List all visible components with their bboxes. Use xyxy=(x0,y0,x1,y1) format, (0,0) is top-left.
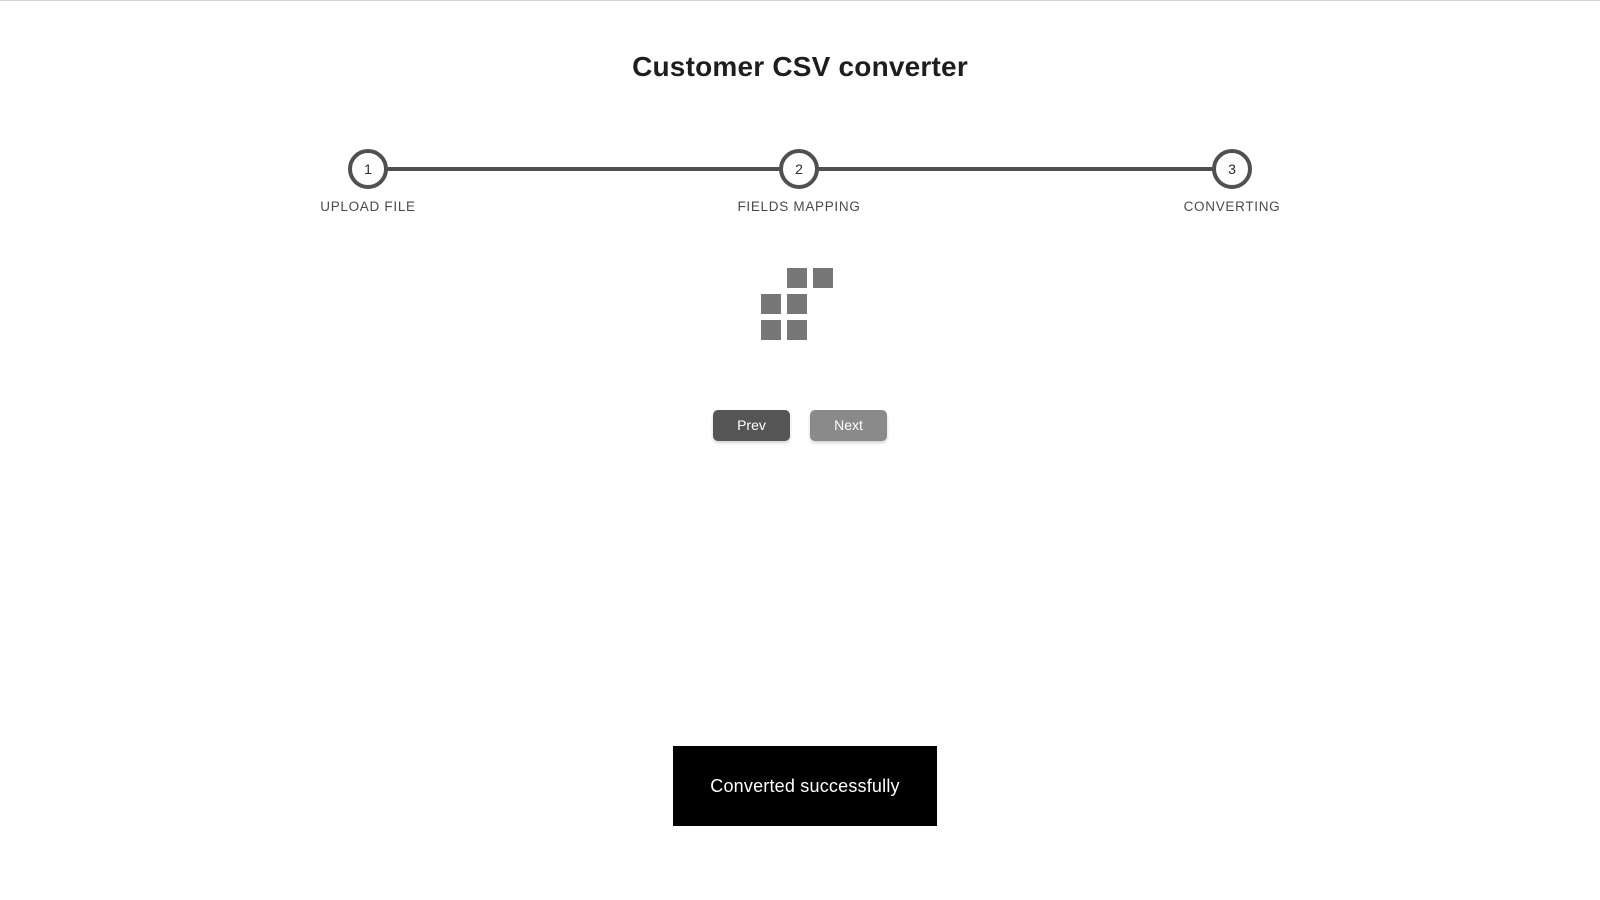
step-upload-file: 1 UPLOAD FILE xyxy=(268,149,468,214)
page-title: Customer CSV converter xyxy=(632,51,968,82)
step-2-label: FIELDS MAPPING xyxy=(737,199,861,214)
loader-square xyxy=(787,320,807,340)
step-2-circle: 2 xyxy=(779,149,819,189)
loader-square xyxy=(813,268,833,288)
prev-button[interactable]: Prev xyxy=(713,410,790,441)
next-button[interactable]: Next xyxy=(810,410,887,441)
progress-stepper: 1 UPLOAD FILE 2 FIELDS MAPPING 3 CONVERT… xyxy=(0,149,1600,229)
step-converting: 3 CONVERTING xyxy=(1132,149,1332,214)
step-1-label: UPLOAD FILE xyxy=(320,199,416,214)
loader-square xyxy=(761,294,781,314)
step-fields-mapping: 2 FIELDS MAPPING xyxy=(699,149,899,214)
step-1-circle: 1 xyxy=(348,149,388,189)
loader-square xyxy=(787,268,807,288)
loader-square xyxy=(787,294,807,314)
converter-page: Customer CSV converter 1 UPLOAD FILE 2 F… xyxy=(0,0,1600,900)
loading-squares-icon xyxy=(760,266,840,346)
step-3-label: CONVERTING xyxy=(1183,199,1281,214)
loader-square xyxy=(761,320,781,340)
navigation-buttons: Prev Next xyxy=(0,410,1600,441)
step-3-circle: 3 xyxy=(1212,149,1252,189)
success-toast: Converted successfully xyxy=(673,746,937,826)
